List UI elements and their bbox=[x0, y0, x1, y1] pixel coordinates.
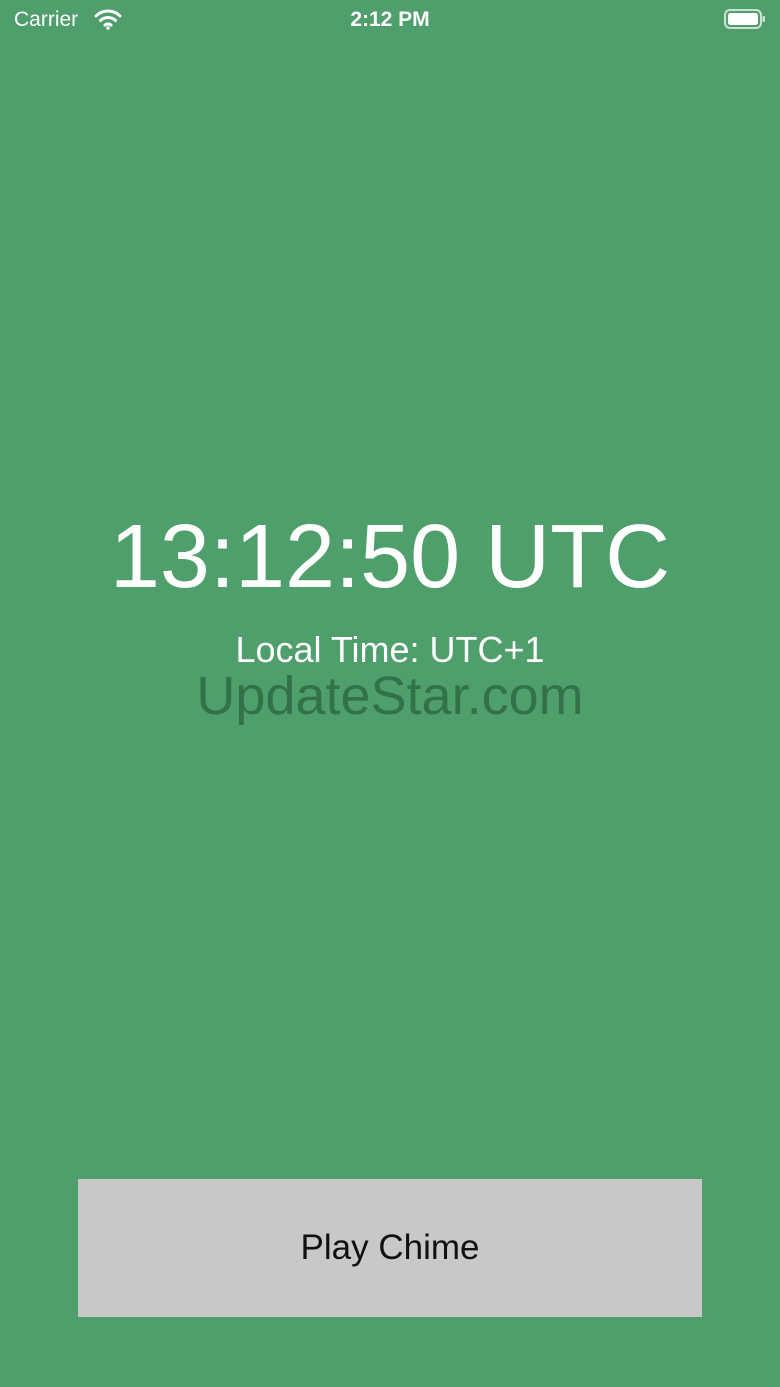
play-chime-button[interactable]: Play Chime bbox=[78, 1179, 702, 1317]
utc-time-display: 13:12:50 UTC bbox=[109, 507, 671, 607]
status-bar: Carrier 2:12 PM bbox=[0, 0, 780, 40]
watermark: UpdateStar.com bbox=[196, 666, 584, 726]
status-clock: 2:12 PM bbox=[350, 8, 430, 31]
battery-icon bbox=[724, 9, 765, 29]
